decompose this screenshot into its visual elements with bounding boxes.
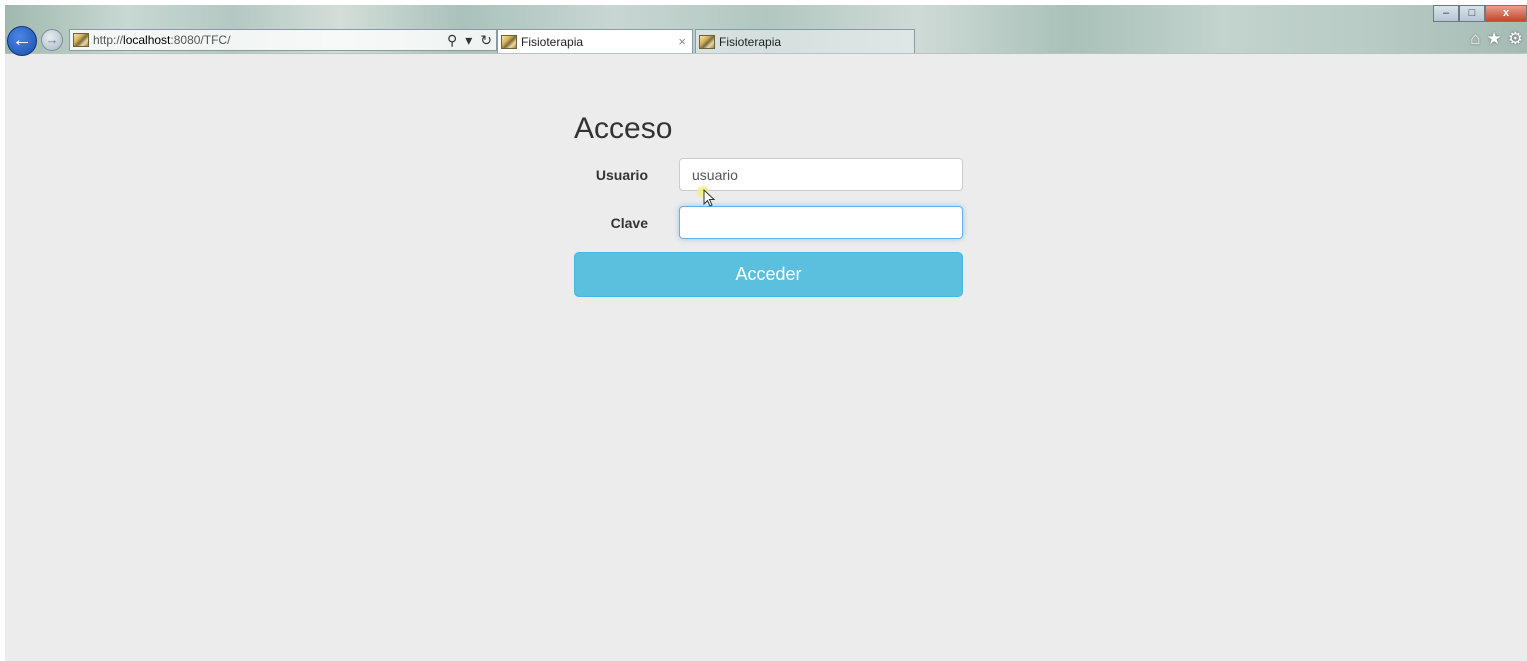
password-label: Clave: [610, 215, 648, 231]
forward-button[interactable]: →: [41, 29, 63, 51]
close-window-button[interactable]: x: [1485, 5, 1527, 22]
forward-arrow-icon: →: [45, 32, 59, 47]
tab-label: Fisioterapia: [719, 34, 782, 49]
home-icon[interactable]: ⌂: [1470, 29, 1480, 49]
username-label: Usuario: [595, 167, 648, 183]
browser-toolbar-icons: ⌂ ★ ⚙: [1470, 29, 1523, 49]
maximize-button[interactable]: □: [1459, 5, 1485, 22]
page-title: Acceso: [574, 112, 673, 145]
refresh-icon[interactable]: ↻: [480, 32, 492, 49]
mouse-pointer-icon: [697, 186, 716, 207]
favorites-star-icon[interactable]: ★: [1487, 29, 1502, 49]
username-input[interactable]: [679, 158, 963, 191]
minimize-button[interactable]: –: [1433, 5, 1459, 22]
url-text: http://localhost:8080/TFC/: [93, 33, 231, 47]
browser-window: ← → http://localhost:8080/TFC/ ⚲ ▾ ↻ Fis…: [5, 5, 1527, 661]
login-button[interactable]: Acceder: [574, 252, 963, 297]
back-button[interactable]: ←: [7, 26, 37, 56]
tab-favicon-icon: [501, 34, 517, 49]
search-icon[interactable]: ⚲: [447, 32, 457, 49]
tab-close-icon[interactable]: ×: [678, 34, 686, 49]
window-controls: – □ x: [1433, 5, 1527, 22]
settings-gear-icon[interactable]: ⚙: [1508, 29, 1523, 49]
tab-fisioterapia-active[interactable]: Fisioterapia ×: [497, 29, 693, 53]
username-row: Usuario: [574, 158, 963, 192]
password-input[interactable]: [679, 206, 963, 239]
site-favicon-icon: [73, 33, 89, 47]
tab-fisioterapia-inactive[interactable]: Fisioterapia: [695, 29, 915, 53]
address-bar[interactable]: http://localhost:8080/TFC/ ⚲ ▾ ↻: [69, 29, 497, 51]
back-arrow-icon: ←: [12, 29, 32, 51]
tab-favicon-icon: [699, 34, 715, 49]
dropdown-icon[interactable]: ▾: [465, 32, 472, 49]
login-form: Acceso Usuario Clave Acceder: [574, 109, 963, 297]
browser-chrome: ← → http://localhost:8080/TFC/ ⚲ ▾ ↻ Fis…: [5, 5, 1527, 56]
tab-label: Fisioterapia: [521, 34, 584, 49]
password-row: Clave: [574, 206, 963, 240]
